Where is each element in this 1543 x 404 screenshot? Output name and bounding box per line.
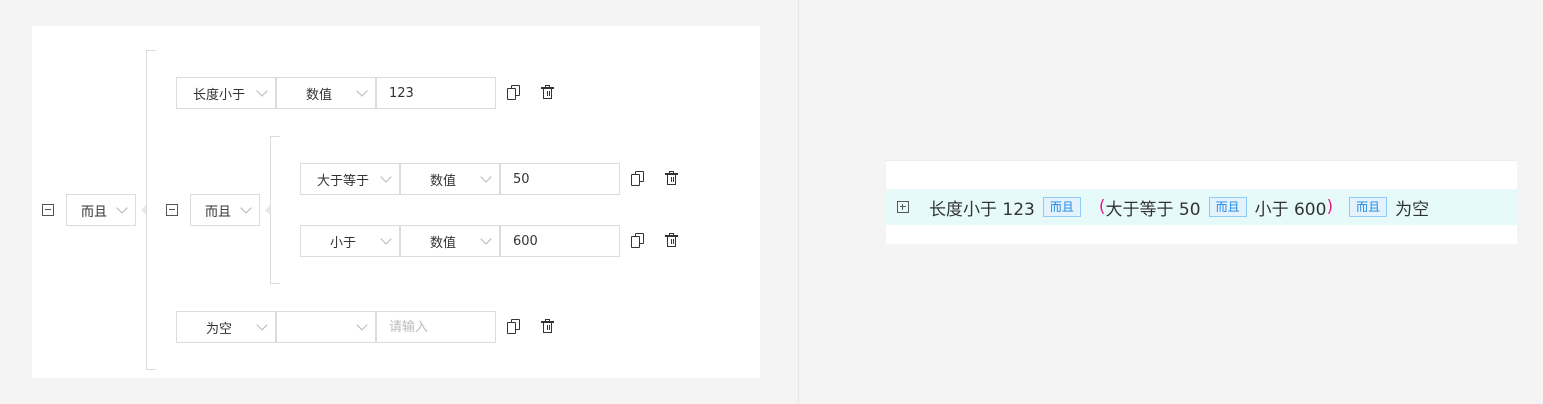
preview-close-paren: ) (1326, 197, 1334, 217)
collapse-group-icon[interactable] (166, 204, 178, 216)
row2-copy-icon[interactable] (507, 319, 521, 335)
group-row1-value-input[interactable] (500, 163, 620, 195)
preview-and-tag: 而且 (1208, 197, 1247, 217)
group-row1-copy-icon[interactable] (631, 171, 645, 187)
preview-seg3: 小于 600 (1254, 199, 1327, 220)
preview-seg2: 大于等于 50 (1105, 199, 1201, 220)
root-logic-select[interactable]: 而且 (66, 194, 136, 226)
row2-value-input[interactable] (376, 311, 496, 343)
preview-seg1: 长度小于 123 (929, 199, 1035, 220)
row2-type-select[interactable] (276, 311, 376, 343)
chevron-down-icon (356, 319, 368, 331)
group-row2-condition-select[interactable]: 小于 (300, 225, 400, 257)
collapse-root-icon[interactable] (42, 204, 54, 216)
group-row2-value-input[interactable] (500, 225, 620, 257)
preview-row[interactable]: 长度小于 123 而且 ( 大于等于 50 而且 小于 600 ) 而且 为空 (886, 189, 1517, 225)
group-row1-trash-icon[interactable] (665, 171, 679, 187)
group-row1-condition-select[interactable]: 大于等于 (300, 163, 400, 195)
preview-panel: 长度小于 123 而且 ( 大于等于 50 而且 小于 600 ) 而且 为空 (886, 160, 1517, 244)
preview-open-paren: ( (1098, 197, 1106, 217)
expand-icon[interactable] (897, 201, 909, 213)
preview-seg4: 为空 (1395, 199, 1430, 220)
group-row2-copy-icon[interactable] (631, 233, 645, 249)
row2-trash-icon[interactable] (541, 319, 555, 335)
root-bracket (146, 50, 156, 370)
group-row2-type-select[interactable]: 数值 (400, 225, 500, 257)
group-logic-select[interactable]: 而且 (190, 194, 260, 226)
row1-trash-icon[interactable] (541, 85, 555, 101)
group-bracket (270, 136, 280, 284)
preview-and-tag: 而且 (1042, 197, 1081, 217)
group-row2-trash-icon[interactable] (665, 233, 679, 249)
preview-and-tag: 而且 (1349, 197, 1388, 217)
pane-divider[interactable] (798, 0, 799, 404)
group-row1-type-select[interactable]: 数值 (400, 163, 500, 195)
row1-copy-icon[interactable] (507, 85, 521, 101)
row1-type-select[interactable]: 数值 (276, 77, 376, 109)
row2-condition-select[interactable]: 为空 (176, 311, 276, 343)
row1-condition-select[interactable]: 长度小于 (176, 77, 276, 109)
row1-value-input[interactable] (376, 77, 496, 109)
